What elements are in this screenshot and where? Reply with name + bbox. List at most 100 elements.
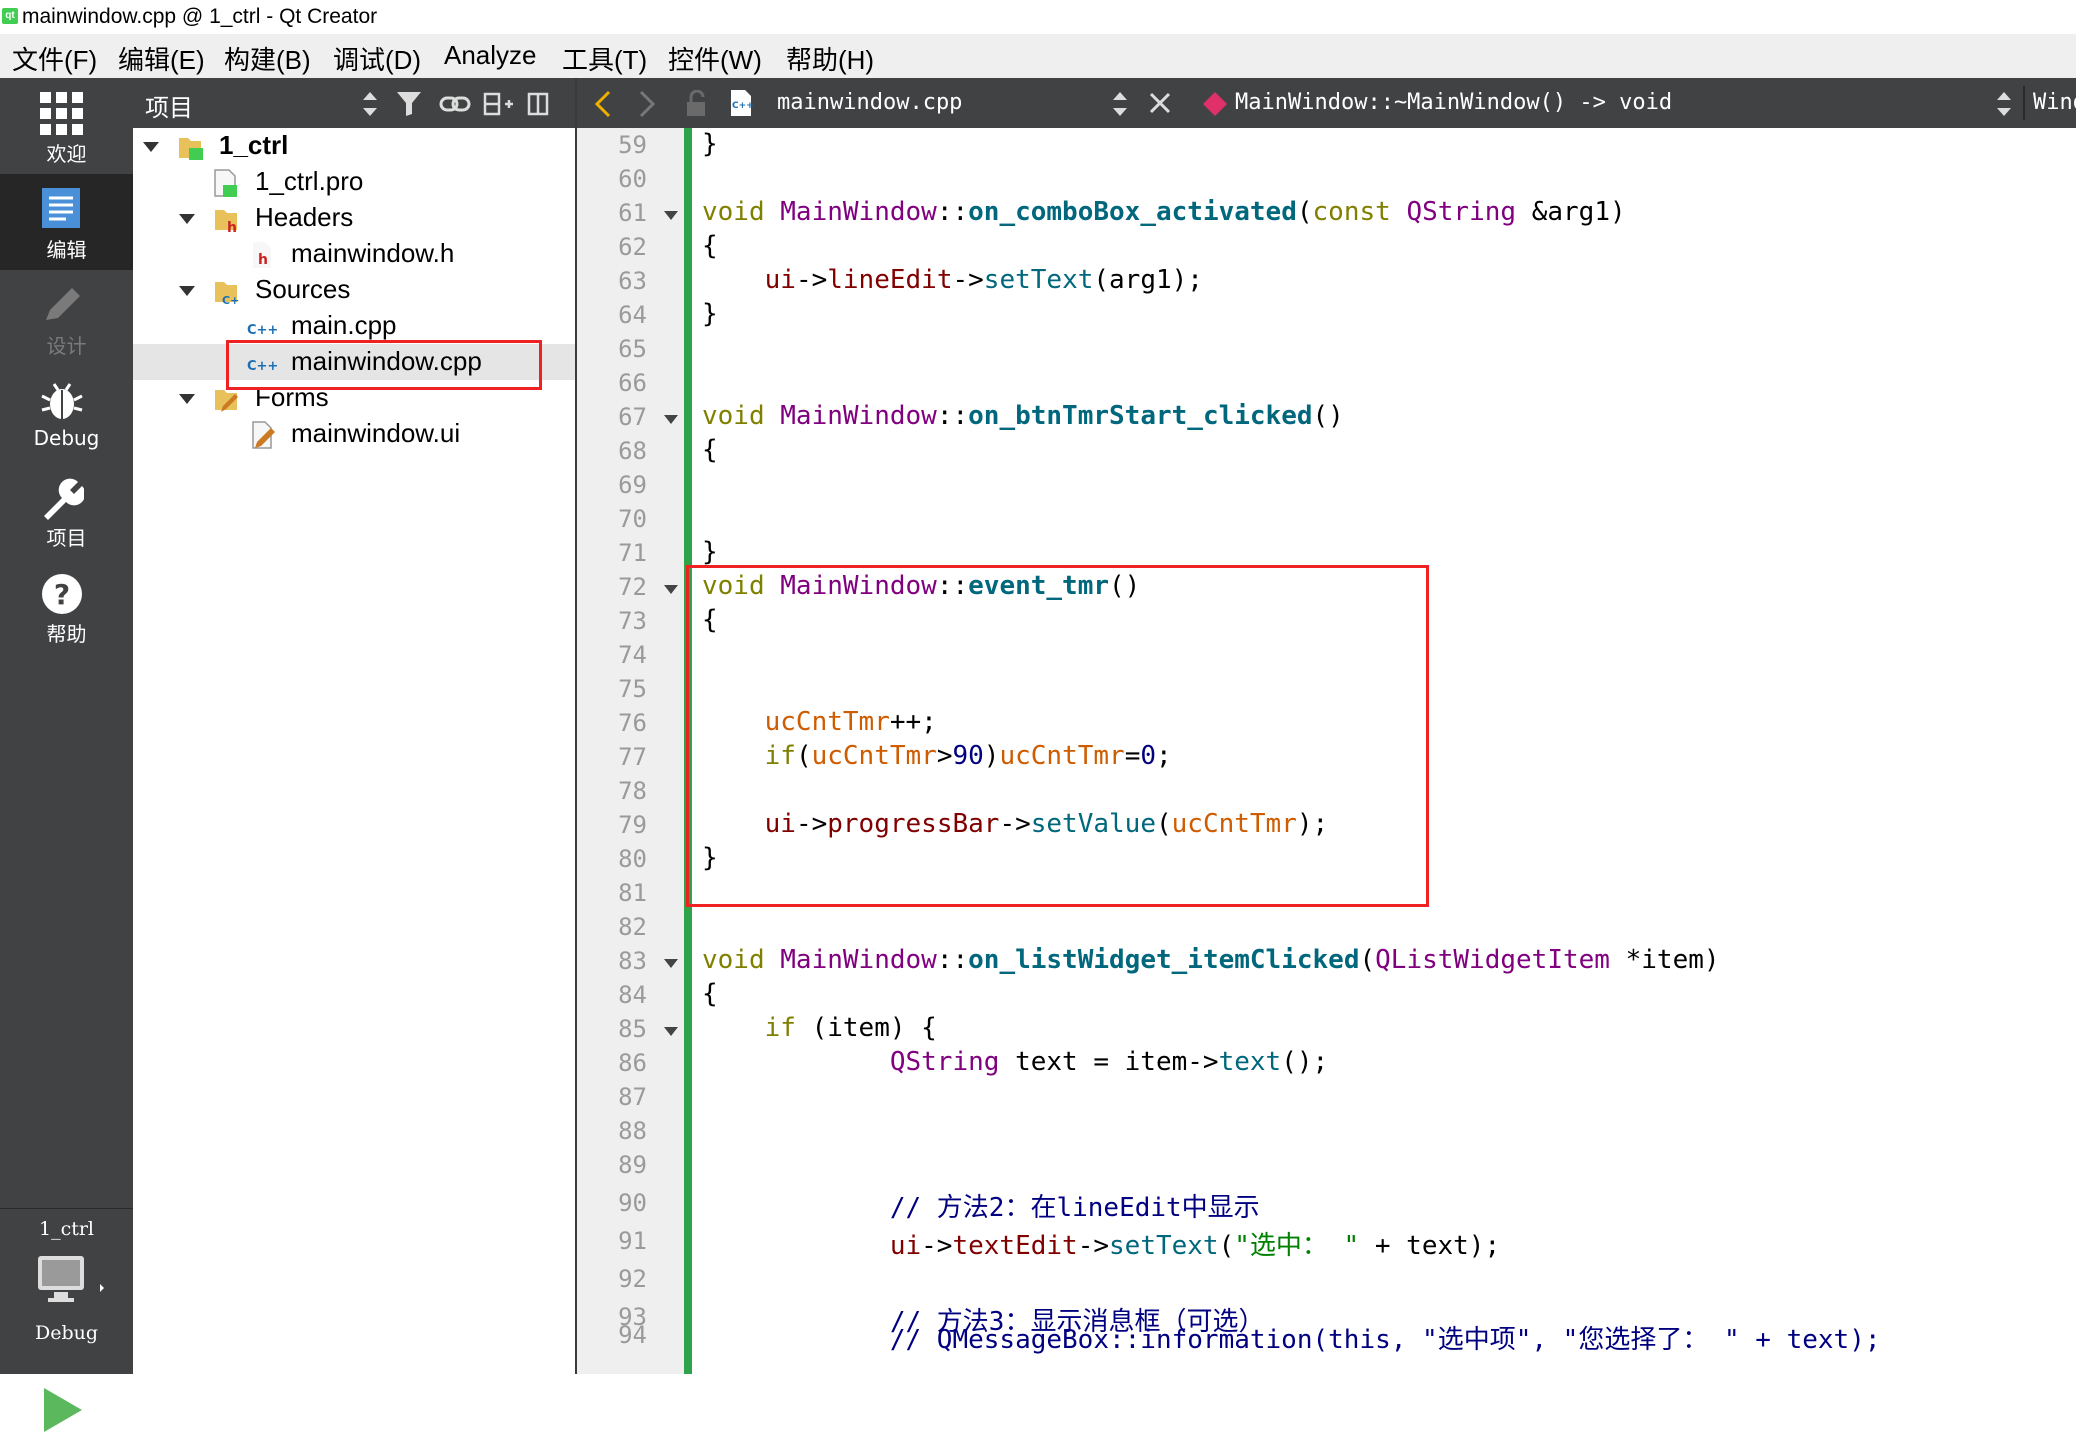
line-number: 60 xyxy=(618,165,647,193)
line-number: 85 xyxy=(618,1015,647,1043)
menu-tools[interactable]: 工具(T) xyxy=(562,40,647,77)
mode-label: 项目 xyxy=(46,526,87,550)
tree-node-mainwindow-ui[interactable]: mainwindow.ui xyxy=(133,418,575,452)
expand-arrow-icon[interactable] xyxy=(179,214,195,224)
menu-debug[interactable]: 调试(D) xyxy=(333,40,421,77)
tree-node-label: 1_ctrl.pro xyxy=(255,166,364,196)
line-number: 81 xyxy=(618,879,647,907)
qt-logo-icon: qt xyxy=(2,8,18,24)
editor-toolbar: C++ mainwindow.cpp MainWindow::~MainWind… xyxy=(577,78,2076,128)
code-line[interactable]: { xyxy=(702,979,718,1009)
expand-arrow-icon[interactable] xyxy=(179,394,195,404)
wrench-icon xyxy=(44,478,84,520)
tree-node-headers[interactable]: h Headers xyxy=(133,202,575,236)
code-line[interactable]: void MainWindow::on_comboBox_activated(c… xyxy=(702,197,1626,227)
menu-edit[interactable]: 编辑(E) xyxy=(118,40,205,77)
open-document-selector[interactable]: mainwindow.cpp xyxy=(777,90,962,115)
fold-marker-icon[interactable] xyxy=(664,1027,678,1036)
updown-arrows-icon[interactable] xyxy=(1995,90,2013,118)
back-arrow-icon[interactable] xyxy=(593,90,613,118)
lock-icon[interactable] xyxy=(685,90,709,118)
tree-node-label: main.cpp xyxy=(291,310,397,340)
line-number: 84 xyxy=(618,981,647,1009)
pencil-icon xyxy=(46,288,80,320)
line-number: 88 xyxy=(618,1117,647,1145)
mode-debug[interactable]: Debug xyxy=(0,366,133,462)
menu-analyze[interactable]: Analyze xyxy=(444,40,537,71)
code-line[interactable]: // 方法2：在lineEdit中显示 xyxy=(702,1187,1260,1224)
mode-label: 帮助 xyxy=(46,622,87,646)
tree-node-label: mainwindow.ui xyxy=(291,418,461,448)
mode-design[interactable]: 设计 xyxy=(0,270,133,366)
code-line[interactable]: } xyxy=(702,537,718,567)
menu-build[interactable]: 构建(B) xyxy=(224,40,311,77)
line-number: 90 xyxy=(618,1189,647,1217)
tree-node-main-cpp[interactable]: C++ main.cpp xyxy=(133,310,575,344)
menu-help[interactable]: 帮助(H) xyxy=(786,40,874,77)
updown-arrows-icon[interactable] xyxy=(359,90,381,118)
tree-node-mainwindow-h[interactable]: h mainwindow.h xyxy=(133,238,575,272)
help-icon: ? xyxy=(42,574,82,614)
code-line[interactable]: } xyxy=(702,299,718,329)
fold-marker-icon[interactable] xyxy=(664,959,678,968)
code-line[interactable]: // QMessageBox::information(this, "选中项",… xyxy=(702,1319,1881,1356)
tree-node-label: Sources xyxy=(255,274,351,304)
code-line[interactable]: QString text = item->text(); xyxy=(702,1047,1328,1077)
line-number: 64 xyxy=(618,301,647,329)
document-icon xyxy=(42,188,80,228)
line-number: 79 xyxy=(618,811,647,839)
run-icon[interactable] xyxy=(40,1386,84,1434)
cpp-file-icon: C++ xyxy=(731,90,754,116)
code-line[interactable]: ui->textEdit->setText("选中： " + text); xyxy=(702,1225,1500,1262)
kit-project-label: 1_ctrl xyxy=(38,1218,95,1240)
svg-text:C++: C++ xyxy=(247,323,278,338)
tree-node-label: Headers xyxy=(255,202,354,232)
filter-icon[interactable] xyxy=(395,90,425,118)
code-line[interactable]: ui->lineEdit->setText(arg1); xyxy=(702,265,1203,295)
line-number: 94 xyxy=(618,1321,647,1349)
line-number: 71 xyxy=(618,539,647,567)
line-number: 63 xyxy=(618,267,647,295)
menu-file[interactable]: 文件(F) xyxy=(12,40,97,77)
mode-projects[interactable]: 项目 xyxy=(0,462,133,558)
tree-node-pro-file[interactable]: 1_ctrl.pro xyxy=(133,166,575,200)
code-line[interactable]: void MainWindow::on_btnTmrStart_clicked(… xyxy=(702,401,1344,431)
expand-arrow-icon[interactable] xyxy=(143,142,159,152)
line-number: 83 xyxy=(618,947,647,975)
split-add-icon[interactable] xyxy=(483,90,513,118)
close-sidebar-icon[interactable] xyxy=(527,90,551,118)
symbol-selector[interactable]: MainWindow::~MainWindow() -> void xyxy=(1235,90,1672,115)
fold-marker-icon[interactable] xyxy=(664,585,678,594)
header-folder-icon: h xyxy=(215,210,237,234)
ui-file-icon xyxy=(252,421,275,449)
link-icon[interactable] xyxy=(439,90,471,118)
line-number: 77 xyxy=(618,743,647,771)
expand-arrow-icon[interactable] xyxy=(179,286,195,296)
tree-node-label: 1_ctrl xyxy=(219,130,289,160)
window-selector-truncated[interactable]: Windo xyxy=(2033,90,2076,115)
fold-marker-icon[interactable] xyxy=(664,211,678,220)
mode-help[interactable]: ? 帮助 xyxy=(0,558,133,654)
title-bar: qt mainwindow.cpp @ 1_ctrl - Qt Creator xyxy=(0,0,2076,34)
menu-controls[interactable]: 控件(W) xyxy=(668,40,762,77)
method-symbol-icon xyxy=(1203,92,1227,116)
code-line[interactable]: if (item) { xyxy=(702,1013,937,1043)
code-line[interactable]: void MainWindow::on_listWidget_itemClick… xyxy=(702,945,1720,975)
code-line[interactable]: { xyxy=(702,231,718,261)
close-document-icon[interactable] xyxy=(1147,90,1173,118)
svg-text:h: h xyxy=(258,252,268,268)
project-view-selector[interactable]: 项目 xyxy=(145,88,193,123)
window-title: mainwindow.cpp @ 1_ctrl - Qt Creator xyxy=(22,5,378,28)
tree-node-sources[interactable]: C+ Sources xyxy=(133,274,575,308)
fold-marker-icon[interactable] xyxy=(664,415,678,424)
code-line[interactable]: { xyxy=(702,435,718,465)
mode-welcome[interactable]: 欢迎 xyxy=(0,78,133,174)
mode-edit[interactable]: 编辑 xyxy=(0,174,133,270)
mode-separator xyxy=(0,1208,133,1209)
code-line[interactable]: } xyxy=(702,129,718,159)
monitor-icon[interactable] xyxy=(36,1254,108,1310)
bug-icon xyxy=(41,383,83,419)
tree-node-project[interactable]: 1_ctrl xyxy=(133,130,575,164)
updown-arrows-icon[interactable] xyxy=(1111,90,1129,118)
forward-arrow-icon[interactable] xyxy=(637,90,657,118)
